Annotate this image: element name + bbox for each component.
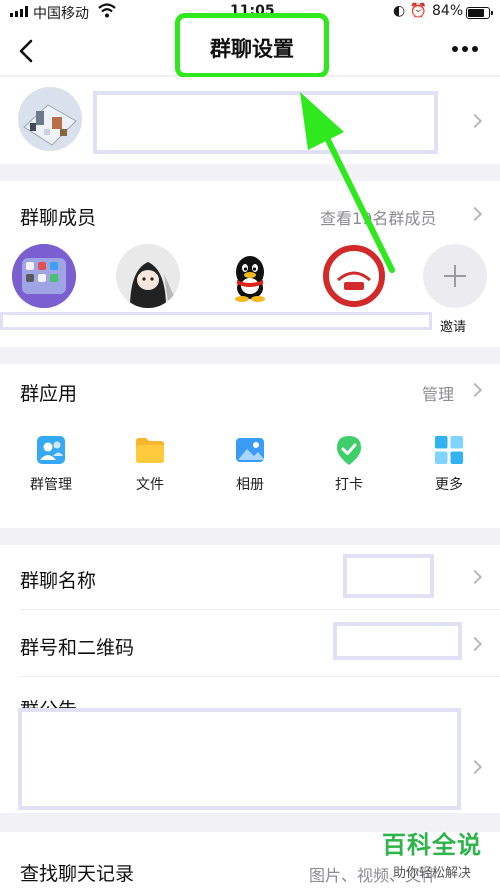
battery-fill (468, 9, 484, 17)
redacted-member-names (0, 312, 432, 330)
signal-icon (10, 6, 28, 17)
member-avatar[interactable] (116, 244, 180, 308)
album-icon (234, 434, 266, 466)
app-more[interactable]: 更多 (409, 434, 489, 494)
app-check-in[interactable]: 打卡 (309, 434, 389, 494)
members-title: 群聊成员 (20, 207, 97, 229)
invite-button[interactable] (423, 244, 487, 308)
alarm-icon: ◐ ⏰ (393, 3, 428, 19)
chevron-right-icon (467, 759, 483, 775)
chevron-right-icon (467, 636, 483, 652)
chevron-right-icon (467, 206, 483, 222)
manage-link[interactable]: 管理 (422, 381, 454, 405)
group-header-row[interactable] (0, 77, 500, 164)
apps-title: 群应用 (20, 383, 78, 405)
invite-label: 邀请 (440, 320, 467, 335)
wifi-icon (98, 3, 116, 18)
check-in-icon (333, 434, 365, 466)
group-name-label: 群聊名称 (20, 570, 97, 592)
battery-icon (466, 7, 493, 19)
members-section: 群聊成员 查看19名群成员 邀请 (0, 181, 500, 347)
app-group-manage[interactable]: 群管理 (11, 434, 91, 494)
app-album[interactable]: 相册 (210, 434, 290, 494)
battery-percent: 84% (432, 3, 464, 19)
chevron-right-icon (467, 113, 483, 129)
nav-bar: 群聊设置 (0, 13, 500, 78)
redacted-group-name-value (343, 554, 434, 598)
view-members-link[interactable]: 查看19名群成员 (320, 205, 436, 229)
page-title: 群聊设置 (210, 36, 294, 61)
member-avatar[interactable] (322, 244, 386, 308)
folder-icon (134, 434, 166, 466)
carrier-label: 中国移动 (33, 6, 89, 22)
watermark-title: 百科全说 (382, 831, 482, 859)
divider (20, 676, 500, 677)
redacted-group-number (333, 622, 462, 660)
member-avatar[interactable] (12, 244, 76, 308)
group-avatar (18, 87, 82, 151)
group-number-label: 群号和二维码 (20, 637, 135, 659)
chevron-right-icon (467, 569, 483, 585)
group-apps-section: 群应用 管理 群管理 文件 相册 打卡 更多 (0, 364, 500, 528)
more-dots-icon[interactable] (452, 46, 478, 52)
group-manage-icon (35, 434, 67, 466)
watermark: 百科全说 助你轻松解决 (370, 825, 494, 885)
chevron-left-icon[interactable] (14, 38, 40, 64)
watermark-subtitle: 助你轻松解决 (392, 866, 471, 881)
divider (20, 609, 500, 610)
redacted-group-name (93, 91, 438, 154)
redacted-group-notice (18, 708, 461, 810)
group-settings-section: 群聊名称 群号和二维码 群公告 (0, 545, 500, 813)
grid-more-icon (433, 434, 465, 466)
find-history-label: 查找聊天记录 (20, 863, 135, 885)
chevron-right-icon (467, 382, 483, 398)
title-highlight-box: 群聊设置 (175, 13, 329, 78)
app-files[interactable]: 文件 (110, 434, 190, 494)
member-avatar[interactable] (218, 244, 282, 308)
